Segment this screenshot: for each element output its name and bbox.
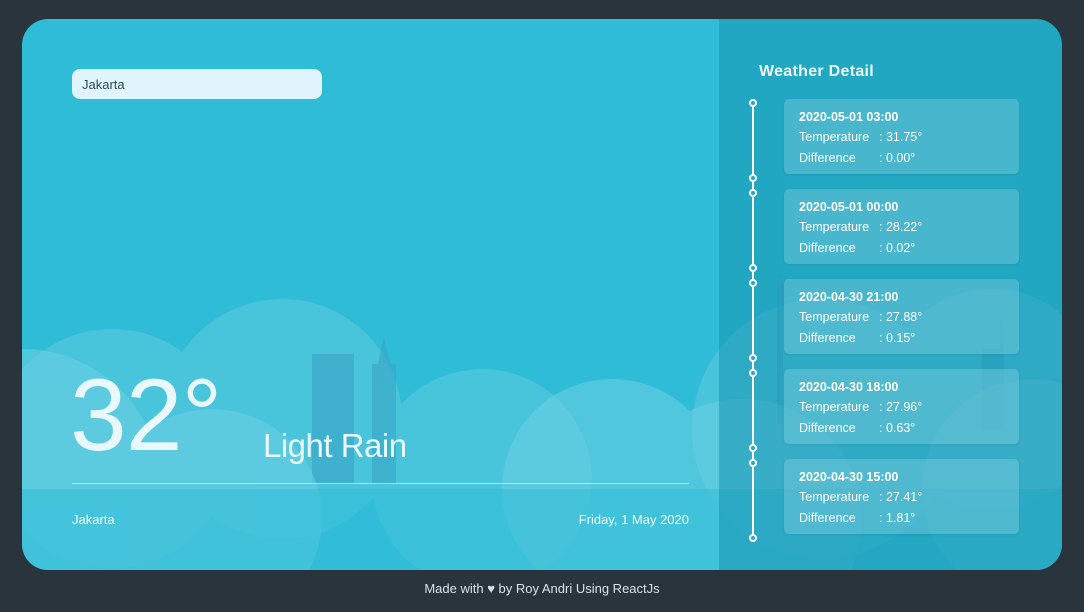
timeline-dot xyxy=(749,369,757,377)
timeline-dot xyxy=(749,534,757,542)
timeline-dot xyxy=(749,99,757,107)
timeline-dot xyxy=(749,174,757,182)
current-temperature: 32° xyxy=(70,358,222,472)
difference-label: Difference xyxy=(799,511,856,525)
difference-value: : 0.15° xyxy=(879,331,916,345)
divider xyxy=(72,483,689,484)
difference-value: : 0.63° xyxy=(879,421,916,435)
search-input[interactable] xyxy=(72,69,322,99)
difference-value: : 0.00° xyxy=(879,151,916,165)
entry-datetime: 2020-04-30 15:00 xyxy=(799,470,899,484)
temperature-value: : 31.75° xyxy=(879,130,923,144)
temperature-value: : 27.96° xyxy=(879,400,923,414)
footer-credit: Made with ♥ by Roy Andri Using ReactJs xyxy=(424,581,660,596)
temperature-label: Temperature xyxy=(799,130,870,144)
panel-title: Weather Detail xyxy=(759,63,875,80)
timeline-dot xyxy=(749,264,757,272)
timeline-line xyxy=(752,103,754,538)
temperature-value: : 27.88° xyxy=(879,310,923,324)
timeline-dot xyxy=(749,459,757,467)
entry-datetime: 2020-04-30 21:00 xyxy=(799,290,899,304)
difference-value: : 1.81° xyxy=(879,511,916,525)
difference-label: Difference xyxy=(799,421,856,435)
timeline-dot xyxy=(749,444,757,452)
weather-card: 32° Light Rain Jakarta Friday, 1 May 202… xyxy=(22,19,1062,570)
entry-datetime: 2020-04-30 18:00 xyxy=(799,380,899,394)
current-city: Jakarta xyxy=(72,512,115,527)
difference-label: Difference xyxy=(799,331,856,345)
detail-entry: 2020-04-30 15:00 Temperature : 27.41° Dif… xyxy=(784,459,1019,534)
detail-entry: 2020-04-30 18:00 Temperature : 27.96° Dif… xyxy=(784,369,1019,444)
current-date: Friday, 1 May 2020 xyxy=(578,512,689,527)
entry-datetime: 2020-05-01 03:00 xyxy=(799,110,899,124)
weather-detail-panel: Weather Detail 2020-05-01 03:00 Temperat… xyxy=(719,19,1062,570)
temperature-label: Temperature xyxy=(799,310,870,324)
difference-label: Difference xyxy=(799,241,856,255)
difference-label: Difference xyxy=(799,151,856,165)
temperature-label: Temperature xyxy=(799,400,870,414)
temperature-value: : 27.41° xyxy=(879,490,923,504)
timeline-dot xyxy=(749,354,757,362)
detail-entry: 2020-05-01 03:00 Temperature : 31.75° Dif… xyxy=(784,99,1019,174)
current-condition: Light Rain xyxy=(263,427,407,464)
temperature-value: : 28.22° xyxy=(879,220,923,234)
temperature-label: Temperature xyxy=(799,490,870,504)
timeline-dot xyxy=(749,189,757,197)
detail-entry: 2020-04-30 21:00 Temperature : 27.88° Dif… xyxy=(784,279,1019,354)
entry-datetime: 2020-05-01 00:00 xyxy=(799,200,899,214)
timeline-dot xyxy=(749,279,757,287)
detail-entry: 2020-05-01 00:00 Temperature : 28.22° Dif… xyxy=(784,189,1019,264)
difference-value: : 0.02° xyxy=(879,241,916,255)
temperature-label: Temperature xyxy=(799,220,870,234)
